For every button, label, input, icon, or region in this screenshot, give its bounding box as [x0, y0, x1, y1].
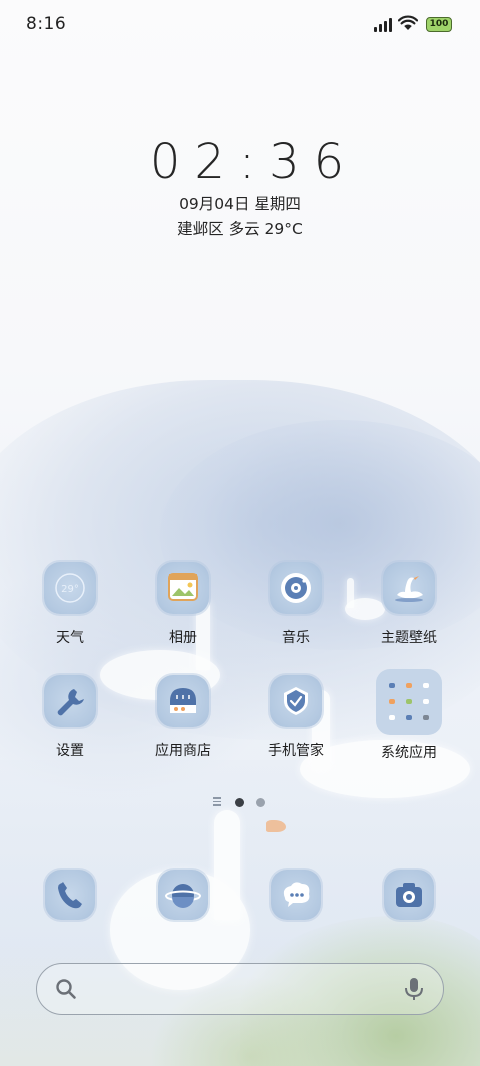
music-icon: [270, 562, 322, 614]
dock-camera[interactable]: [359, 870, 459, 920]
camera-icon: [384, 870, 434, 920]
clock-date[interactable]: 09月04日 星期四: [0, 192, 480, 214]
microphone-icon[interactable]: [403, 976, 425, 1002]
app-phone-manager[interactable]: 手机管家: [246, 675, 346, 760]
app-label: 手机管家: [268, 743, 324, 759]
cellular-signal-icon: [374, 18, 394, 32]
menu-lines-icon: [213, 797, 221, 808]
theme-wallpaper-icon: [383, 562, 435, 614]
browser-icon: [158, 870, 208, 920]
app-label: 天气: [56, 630, 84, 646]
app-label: 主题壁纸: [381, 630, 437, 646]
battery-icon: 100: [426, 17, 452, 32]
system-apps-folder-icon: [376, 669, 442, 735]
app-weather[interactable]: 29° 天气: [20, 562, 120, 647]
clock-weather[interactable]: 建邺区 多云 29°C: [0, 217, 480, 239]
app-system-apps-folder[interactable]: 系统应用: [359, 669, 459, 762]
app-app-store[interactable]: 应用商店: [133, 675, 233, 760]
weather-icon: 29°: [44, 562, 96, 614]
dock-messages[interactable]: [246, 870, 346, 920]
gallery-icon: [157, 562, 209, 614]
app-label: 音乐: [282, 630, 310, 646]
dock-browser[interactable]: [133, 870, 233, 920]
page-dot[interactable]: [256, 798, 265, 807]
messages-icon: [271, 870, 321, 920]
search-bar[interactable]: [36, 963, 444, 1015]
phone-manager-icon: [270, 675, 322, 727]
dock-phone[interactable]: [20, 870, 120, 920]
app-label: 应用商店: [155, 743, 211, 759]
phone-icon: [45, 870, 95, 920]
wifi-icon: [398, 15, 418, 30]
app-gallery[interactable]: 相册: [133, 562, 233, 647]
status-time: 8:16: [26, 14, 67, 34]
app-label: 系统应用: [381, 745, 437, 761]
app-settings[interactable]: 设置: [20, 675, 120, 760]
settings-icon: [44, 675, 96, 727]
page-dot-active[interactable]: [235, 798, 244, 807]
app-music[interactable]: 音乐: [246, 562, 346, 647]
app-label: 设置: [56, 743, 84, 759]
status-bar: 8:16 100: [0, 0, 480, 50]
weather-temp-badge: 29°: [61, 584, 79, 595]
app-label: 相册: [169, 630, 197, 646]
search-icon[interactable]: [55, 978, 77, 1000]
page-indicator[interactable]: [0, 797, 480, 809]
app-theme-wallpaper[interactable]: 主题壁纸: [359, 562, 459, 647]
app-store-icon: [157, 675, 209, 727]
clock-time[interactable]: 02:36: [0, 134, 480, 190]
